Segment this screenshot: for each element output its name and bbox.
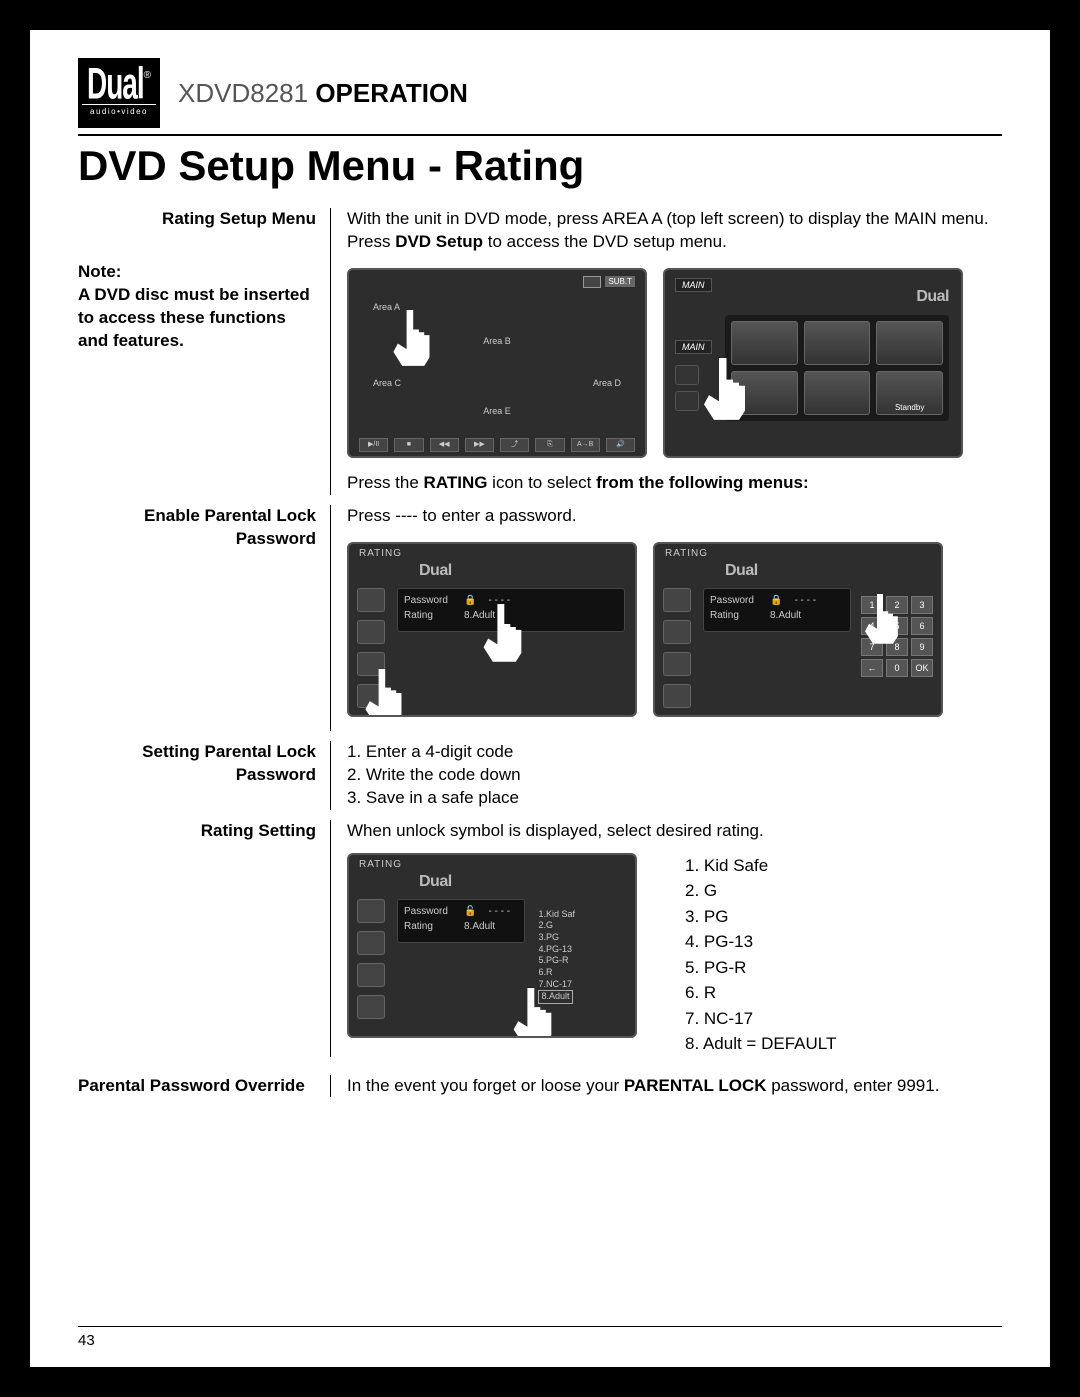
page-number: 43 [78,1332,95,1349]
press-rating-text: Press the RATING icon to select from the… [347,472,1002,495]
header-title: XDVD8281 OPERATION [178,78,468,109]
label-setting-lock: Setting Parental Lock Password [78,741,316,787]
transport-bar: ▶/II ■ ◀◀ ▶▶ ⤴ ⎘ A→B 🔊 [359,438,635,452]
rating-keypad-figure: RATING Dual Password🔒- - - - Rating8.Adu… [653,542,943,717]
manual-page: Dual ® audio•video XDVD8281 OPERATION DV… [30,30,1050,1367]
header-rule [78,134,1002,136]
rating-list-figure: RATING Dual Password🔓- - - - Rating8.Adu… [347,853,637,1038]
standby-tile [876,371,943,415]
left-column: Rating Setup Menu Note: A DVD disc must … [78,208,316,495]
label-rating-setup: Rating Setup Menu [78,208,316,231]
label-override: Parental Password Override [78,1075,316,1098]
row-rating-setting: Rating Setting When unlock symbol is dis… [78,820,1002,1057]
intro-text: With the unit in DVD mode, press AREA A … [347,208,1002,254]
right-column: With the unit in DVD mode, press AREA A … [330,208,1002,495]
main-menu-figure: MAIN Dual MAIN [663,268,963,458]
screenshot-row-2: RATING Dual Password🔒- - - - Rating8.Adu… [347,542,1002,717]
row-enable-lock: Enable Parental Lock Password Press ----… [78,505,1002,731]
footer-rule [78,1326,1002,1327]
screenshot-row-1: SUB.T Area A Area B Area C Area D Area E… [347,268,1002,458]
label-enable-lock: Enable Parental Lock Password [78,505,316,551]
rating-options-figure: 1.Kid Saf 2.G 3.PG 4.PG-13 5.PG-R 6.R 7.… [538,909,575,1005]
subtitle-indicator: SUB.T [583,276,635,288]
content-columns: Rating Setup Menu Note: A DVD disc must … [78,208,1002,495]
page-header: Dual ® audio•video XDVD8281 OPERATION [78,58,1002,128]
brand-name: Dual [87,62,144,107]
row-override: Parental Password Override In the event … [78,1075,1002,1098]
label-rating-setting: Rating Setting [78,820,316,843]
row-setting-lock: Setting Parental Lock Password 1. Enter … [78,741,1002,810]
main-menu-grid [725,315,949,421]
rating-password-figure: RATING Dual Password🔒- - - - Rating8.Adu… [347,542,637,717]
note-block: Note: A DVD disc must be inserted to acc… [78,261,316,353]
setting-steps: 1. Enter a 4-digit code 2. Write the cod… [347,741,1002,810]
page-title: DVD Setup Menu - Rating [78,142,1002,190]
brand-logo: Dual ® audio•video [78,58,160,128]
override-text: In the event you forget or loose your PA… [347,1075,1002,1098]
ratings-legend: 1. Kid Safe 2. G 3. PG 4. PG-13 5. PG-R … [685,853,836,1057]
touchscreen-areas-figure: SUB.T Area A Area B Area C Area D Area E… [347,268,647,458]
